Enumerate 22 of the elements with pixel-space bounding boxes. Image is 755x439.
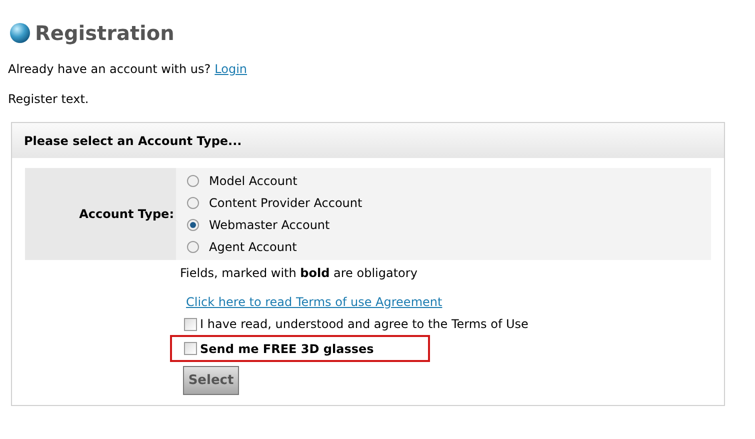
radio-label: Model Account [209, 173, 298, 190]
terms-link[interactable]: Click here to read Terms of use Agreement [186, 293, 442, 311]
radio-label: Webmaster Account [209, 217, 330, 234]
globe-icon [9, 22, 31, 44]
radio-label: Content Provider Account [209, 195, 362, 212]
radio-button[interactable] [187, 219, 199, 231]
checkbox[interactable] [184, 318, 197, 330]
field-label: Account Type: [79, 206, 174, 223]
panel-heading: Please select an Account Type... [24, 132, 242, 150]
radio-button[interactable] [187, 241, 199, 253]
obligatory-note: Fields, marked with bold are obligatory [180, 265, 418, 282]
checkbox[interactable] [184, 342, 197, 355]
select-button[interactable]: Select [183, 366, 239, 395]
intro-text: Register text. [7, 91, 90, 108]
page-title: Registration [35, 20, 174, 47]
radio-button[interactable] [187, 175, 199, 187]
login-link[interactable]: Login [214, 60, 248, 78]
radio-button[interactable] [187, 197, 199, 209]
login-prompt: Already have an account with us? [8, 61, 211, 78]
radio-label: Agent Account [209, 239, 297, 256]
checkbox-label: Send me FREE 3D glasses [200, 340, 374, 358]
checkbox-label: I have read, understood and agree to the Terms of Use [200, 316, 528, 333]
